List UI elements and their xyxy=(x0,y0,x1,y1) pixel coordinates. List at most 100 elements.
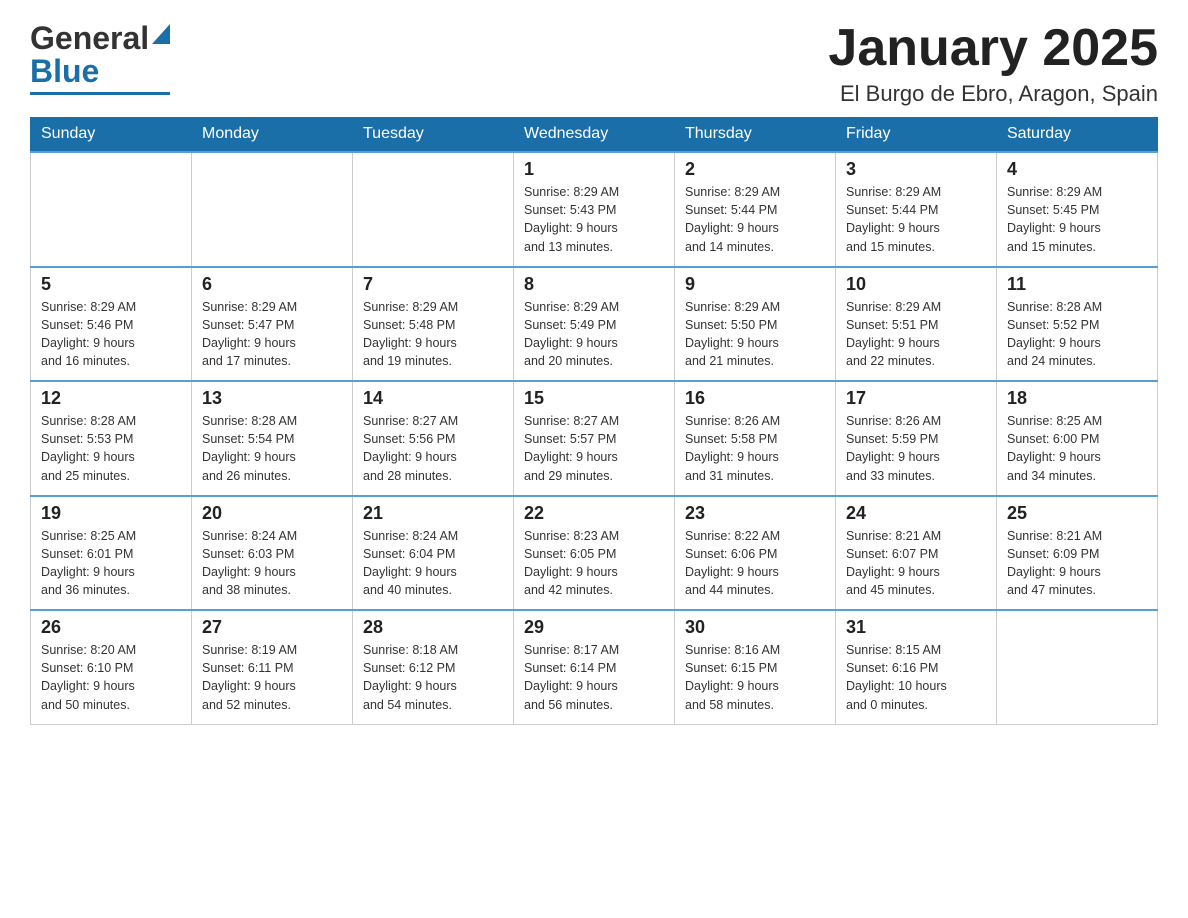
day-info: Sunrise: 8:29 AMSunset: 5:45 PMDaylight:… xyxy=(1007,183,1147,256)
calendar-cell: 25 Sunrise: 8:21 AMSunset: 6:09 PMDayligh… xyxy=(997,496,1158,611)
day-number: 13 xyxy=(202,388,342,409)
logo-underline xyxy=(30,92,170,95)
calendar-cell: 27Sunrise: 8:19 AMSunset: 6:11 PMDayligh… xyxy=(192,610,353,724)
day-info: Sunrise: 8:24 AMSunset: 6:04 PMDaylight:… xyxy=(363,527,503,600)
day-number: 26 xyxy=(41,617,181,638)
day-number: 14 xyxy=(363,388,503,409)
calendar-cell: 7 Sunrise: 8:29 AMSunset: 5:48 PMDaylight… xyxy=(353,267,514,382)
day-number: 18 xyxy=(1007,388,1147,409)
calendar-cell: 11 Sunrise: 8:28 AMSunset: 5:52 PMDayligh… xyxy=(997,267,1158,382)
day-number: 25 xyxy=(1007,503,1147,524)
calendar-cell: 14Sunrise: 8:27 AMSunset: 5:56 PMDayligh… xyxy=(353,381,514,496)
day-number: 19 xyxy=(41,503,181,524)
logo-general: General xyxy=(30,20,149,57)
calendar-cell: 29Sunrise: 8:17 AMSunset: 6:14 PMDayligh… xyxy=(514,610,675,724)
column-header-sunday: Sunday xyxy=(31,117,192,152)
column-header-monday: Monday xyxy=(192,117,353,152)
column-header-tuesday: Tuesday xyxy=(353,117,514,152)
logo: General Blue xyxy=(30,20,170,95)
day-info: Sunrise: 8:22 AMSunset: 6:06 PMDaylight:… xyxy=(685,527,825,600)
calendar-cell: 30 Sunrise: 8:16 AMSunset: 6:15 PMDayligh… xyxy=(675,610,836,724)
calendar-cell: 13 Sunrise: 8:28 AMSunset: 5:54 PMDayligh… xyxy=(192,381,353,496)
calendar-cell xyxy=(192,152,353,267)
day-info: Sunrise: 8:27 AMSunset: 5:57 PMDaylight:… xyxy=(524,412,664,485)
calendar-cell: 26 Sunrise: 8:20 AMSunset: 6:10 PMDayligh… xyxy=(31,610,192,724)
calendar-cell: 24Sunrise: 8:21 AMSunset: 6:07 PMDayligh… xyxy=(836,496,997,611)
calendar-week-4: 19Sunrise: 8:25 AMSunset: 6:01 PMDayligh… xyxy=(31,496,1158,611)
day-info: Sunrise: 8:29 AMSunset: 5:47 PMDaylight:… xyxy=(202,298,342,371)
column-header-thursday: Thursday xyxy=(675,117,836,152)
day-number: 23 xyxy=(685,503,825,524)
day-info: Sunrise: 8:29 AMSunset: 5:44 PMDaylight:… xyxy=(846,183,986,256)
day-number: 8 xyxy=(524,274,664,295)
calendar-header-row: SundayMondayTuesdayWednesdayThursdayFrid… xyxy=(31,117,1158,152)
calendar-subtitle: El Burgo de Ebro, Aragon, Spain xyxy=(828,81,1158,107)
day-info: Sunrise: 8:26 AMSunset: 5:58 PMDaylight:… xyxy=(685,412,825,485)
calendar-title: January 2025 xyxy=(828,20,1158,77)
day-info: Sunrise: 8:29 AMSunset: 5:46 PMDaylight:… xyxy=(41,298,181,371)
day-info: Sunrise: 8:29 AMSunset: 5:44 PMDaylight:… xyxy=(685,183,825,256)
day-number: 9 xyxy=(685,274,825,295)
calendar-cell: 17Sunrise: 8:26 AMSunset: 5:59 PMDayligh… xyxy=(836,381,997,496)
day-info: Sunrise: 8:20 AMSunset: 6:10 PMDaylight:… xyxy=(41,641,181,714)
day-info: Sunrise: 8:28 AMSunset: 5:53 PMDaylight:… xyxy=(41,412,181,485)
column-header-saturday: Saturday xyxy=(997,117,1158,152)
day-info: Sunrise: 8:28 AMSunset: 5:52 PMDaylight:… xyxy=(1007,298,1147,371)
calendar-week-3: 12 Sunrise: 8:28 AMSunset: 5:53 PMDayligh… xyxy=(31,381,1158,496)
day-number: 31 xyxy=(846,617,986,638)
day-number: 22 xyxy=(524,503,664,524)
title-section: January 2025 El Burgo de Ebro, Aragon, S… xyxy=(828,20,1158,107)
day-number: 21 xyxy=(363,503,503,524)
day-info: Sunrise: 8:17 AMSunset: 6:14 PMDaylight:… xyxy=(524,641,664,714)
day-number: 5 xyxy=(41,274,181,295)
day-info: Sunrise: 8:26 AMSunset: 5:59 PMDaylight:… xyxy=(846,412,986,485)
day-info: Sunrise: 8:19 AMSunset: 6:11 PMDaylight:… xyxy=(202,641,342,714)
calendar-cell: 9 Sunrise: 8:29 AMSunset: 5:50 PMDaylight… xyxy=(675,267,836,382)
calendar-cell xyxy=(353,152,514,267)
day-number: 11 xyxy=(1007,274,1147,295)
calendar-week-1: 1Sunrise: 8:29 AMSunset: 5:43 PMDaylight… xyxy=(31,152,1158,267)
day-info: Sunrise: 8:21 AMSunset: 6:07 PMDaylight:… xyxy=(846,527,986,600)
day-number: 20 xyxy=(202,503,342,524)
calendar-week-5: 26 Sunrise: 8:20 AMSunset: 6:10 PMDayligh… xyxy=(31,610,1158,724)
day-info: Sunrise: 8:16 AMSunset: 6:15 PMDaylight:… xyxy=(685,641,825,714)
calendar-cell: 18Sunrise: 8:25 AMSunset: 6:00 PMDayligh… xyxy=(997,381,1158,496)
logo-triangle-icon xyxy=(152,24,170,44)
calendar-cell: 16 Sunrise: 8:26 AMSunset: 5:58 PMDayligh… xyxy=(675,381,836,496)
day-info: Sunrise: 8:29 AMSunset: 5:48 PMDaylight:… xyxy=(363,298,503,371)
calendar-cell: 6Sunrise: 8:29 AMSunset: 5:47 PMDaylight… xyxy=(192,267,353,382)
page-header: General Blue January 2025 El Burgo de Eb… xyxy=(30,20,1158,107)
calendar-table: SundayMondayTuesdayWednesdayThursdayFrid… xyxy=(30,117,1158,725)
calendar-cell xyxy=(31,152,192,267)
day-number: 1 xyxy=(524,159,664,180)
day-info: Sunrise: 8:21 AMSunset: 6:09 PMDaylight:… xyxy=(1007,527,1147,600)
day-number: 2 xyxy=(685,159,825,180)
day-info: Sunrise: 8:15 AMSunset: 6:16 PMDaylight:… xyxy=(846,641,986,714)
day-number: 3 xyxy=(846,159,986,180)
column-header-wednesday: Wednesday xyxy=(514,117,675,152)
calendar-cell xyxy=(997,610,1158,724)
day-number: 30 xyxy=(685,617,825,638)
column-header-friday: Friday xyxy=(836,117,997,152)
calendar-cell: 12 Sunrise: 8:28 AMSunset: 5:53 PMDayligh… xyxy=(31,381,192,496)
day-info: Sunrise: 8:24 AMSunset: 6:03 PMDaylight:… xyxy=(202,527,342,600)
day-number: 7 xyxy=(363,274,503,295)
day-number: 16 xyxy=(685,388,825,409)
day-info: Sunrise: 8:18 AMSunset: 6:12 PMDaylight:… xyxy=(363,641,503,714)
day-number: 12 xyxy=(41,388,181,409)
calendar-cell: 28Sunrise: 8:18 AMSunset: 6:12 PMDayligh… xyxy=(353,610,514,724)
calendar-cell: 22Sunrise: 8:23 AMSunset: 6:05 PMDayligh… xyxy=(514,496,675,611)
calendar-cell: 8 Sunrise: 8:29 AMSunset: 5:49 PMDaylight… xyxy=(514,267,675,382)
calendar-cell: 10Sunrise: 8:29 AMSunset: 5:51 PMDayligh… xyxy=(836,267,997,382)
calendar-cell: 5 Sunrise: 8:29 AMSunset: 5:46 PMDaylight… xyxy=(31,267,192,382)
day-info: Sunrise: 8:29 AMSunset: 5:50 PMDaylight:… xyxy=(685,298,825,371)
day-info: Sunrise: 8:28 AMSunset: 5:54 PMDaylight:… xyxy=(202,412,342,485)
calendar-cell: 19Sunrise: 8:25 AMSunset: 6:01 PMDayligh… xyxy=(31,496,192,611)
calendar-cell: 31 Sunrise: 8:15 AMSunset: 6:16 PMDayligh… xyxy=(836,610,997,724)
day-info: Sunrise: 8:29 AMSunset: 5:49 PMDaylight:… xyxy=(524,298,664,371)
calendar-cell: 3 Sunrise: 8:29 AMSunset: 5:44 PMDaylight… xyxy=(836,152,997,267)
calendar-cell: 4Sunrise: 8:29 AMSunset: 5:45 PMDaylight… xyxy=(997,152,1158,267)
calendar-cell: 21 Sunrise: 8:24 AMSunset: 6:04 PMDayligh… xyxy=(353,496,514,611)
calendar-cell: 15Sunrise: 8:27 AMSunset: 5:57 PMDayligh… xyxy=(514,381,675,496)
calendar-week-2: 5 Sunrise: 8:29 AMSunset: 5:46 PMDaylight… xyxy=(31,267,1158,382)
